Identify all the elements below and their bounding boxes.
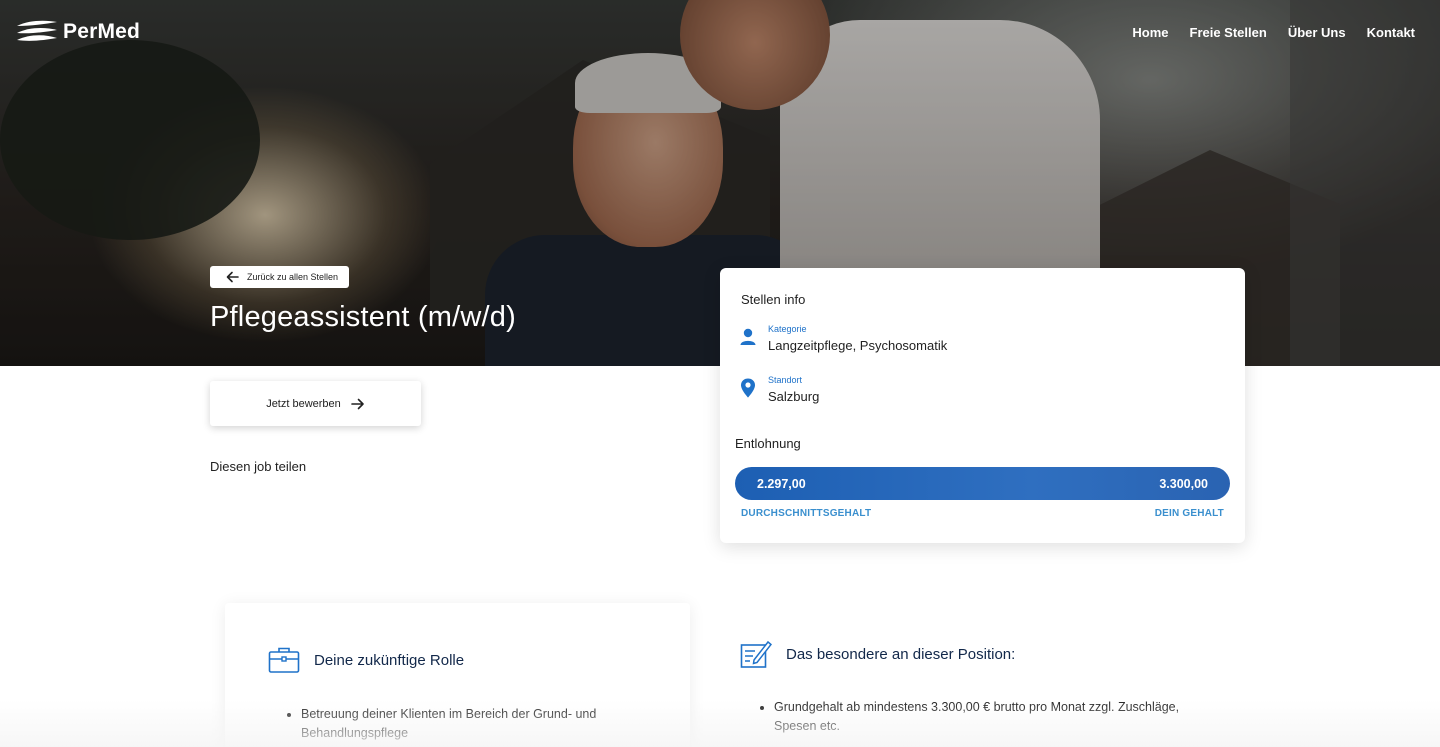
apply-label: Jetzt bewerben [266, 397, 341, 410]
list-item: Betreuung deiner Klienten im Bereich der… [301, 705, 641, 743]
role-list: Betreuung deiner Klienten im Bereich der… [301, 705, 641, 743]
nav-ueber-uns[interactable]: Über Uns [1288, 25, 1346, 40]
arrow-left-icon [226, 271, 239, 283]
category-row: Kategorie Langzeitpflege, Psychosomatik [740, 324, 947, 353]
nav-kontakt[interactable]: Kontakt [1367, 25, 1415, 40]
list-item: Grundgehalt ab mindestens 3.300,00 € bru… [774, 698, 1224, 736]
permed-logo-icon [17, 20, 57, 41]
job-info-card: Stellen info Kategorie Langzeitpflege, P… [720, 268, 1245, 543]
special-header: Das besondere an dieser Position: [740, 638, 1015, 670]
bottom-fade [0, 700, 1440, 747]
special-title: Das besondere an dieser Position: [786, 645, 1016, 663]
main-nav: Home Freie Stellen Über Uns Kontakt [1132, 25, 1415, 40]
role-card: Deine zukünftige Rolle Betreuung deiner … [225, 603, 690, 747]
arrow-right-icon [350, 398, 364, 409]
salary-heading: Entlohnung [735, 436, 801, 451]
location-row: Standort Salzburg [740, 375, 819, 404]
role-header: Deine zukünftige Rolle [268, 646, 464, 674]
special-list: Grundgehalt ab mindestens 3.300,00 € bru… [774, 698, 1224, 736]
role-title: Deine zukünftige Rolle [314, 651, 465, 669]
apply-button[interactable]: Jetzt bewerben [210, 381, 421, 426]
salary-max-caption: DEIN GEHALT [1154, 508, 1224, 519]
nav-freie-stellen[interactable]: Freie Stellen [1190, 25, 1267, 40]
location-label: Standort [768, 375, 803, 385]
salary-range-bar: 2.297,00 3.300,00 [735, 467, 1230, 500]
location-value: Salzburg [768, 389, 820, 404]
brand-logo[interactable]: PerMed [15, 18, 140, 46]
document-pen-icon [740, 640, 772, 668]
back-to-jobs-button[interactable]: Zurück zu allen Stellen [210, 266, 349, 288]
brand-name: PerMed [63, 20, 141, 43]
location-pin-icon [741, 378, 755, 398]
nav-home[interactable]: Home [1132, 25, 1168, 40]
salary-min-caption: DURCHSCHNITTSGEHALT [741, 508, 872, 519]
back-to-jobs-label: Zurück zu allen Stellen [247, 272, 339, 282]
salary-max-value: 3.300,00 [1159, 476, 1208, 491]
briefcase-icon [268, 647, 300, 673]
share-job-link[interactable]: Diesen job teilen [210, 459, 306, 474]
salary-min-value: 2.297,00 [757, 476, 806, 491]
job-info-title: Stellen info [741, 292, 806, 307]
category-value: Langzeitpflege, Psychosomatik [768, 338, 948, 353]
person-icon [740, 328, 756, 345]
category-label: Kategorie [768, 324, 807, 334]
job-title: Pflegeassistent (m/w/d) [210, 301, 516, 333]
